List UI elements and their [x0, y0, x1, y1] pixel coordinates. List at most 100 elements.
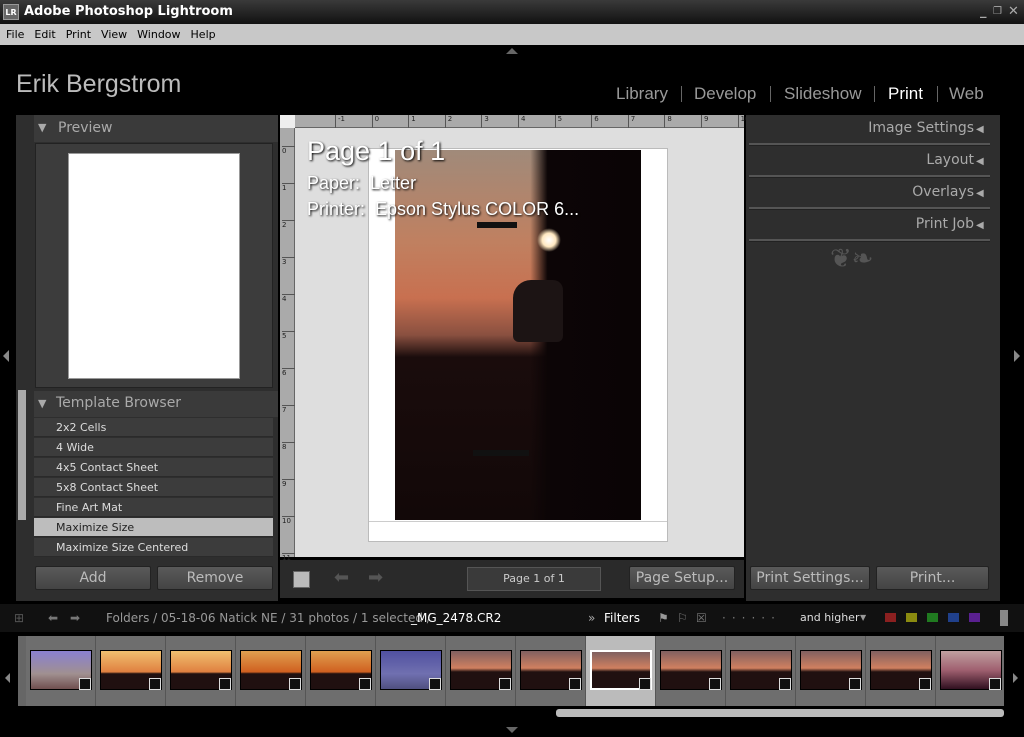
rating-dots[interactable]: ······ — [722, 604, 781, 632]
template-browser-header[interactable]: ▼ Template Browser — [34, 391, 278, 417]
stop-icon[interactable] — [293, 571, 310, 588]
ruler-corner — [280, 115, 295, 128]
develop-badge-icon — [79, 678, 91, 690]
ruler-tick-label: 4 — [282, 294, 295, 303]
module-divider — [937, 86, 938, 102]
filmstrip-thumbnail[interactable] — [586, 636, 656, 706]
filmstrip-thumbnail[interactable] — [446, 636, 516, 706]
left-panel-toggle-icon[interactable] — [3, 350, 9, 362]
flag-picked-icon[interactable]: ⚑ — [658, 604, 669, 632]
grid-view-icon[interactable]: ⊞ — [14, 604, 24, 632]
filmstrip-thumbnail[interactable] — [26, 636, 96, 706]
section-overlays[interactable]: Overlays — [912, 184, 974, 200]
print-button[interactable]: Print... — [876, 566, 989, 590]
filmstrip-scrollbar[interactable] — [556, 709, 1004, 717]
menu-edit[interactable]: Edit — [34, 28, 55, 41]
section-divider — [749, 239, 990, 242]
collapse-triangle-icon: ▼ — [38, 121, 47, 134]
ruler-tick-label: 5 — [554, 115, 562, 128]
section-image-settings[interactable]: Image Settings — [868, 120, 974, 136]
module-print[interactable]: Print — [888, 84, 923, 104]
expand-triangle-icon: ◀ — [976, 124, 984, 135]
template-item[interactable]: 4 Wide — [34, 438, 273, 457]
menu-print[interactable]: Print — [66, 28, 91, 41]
forward-arrow-icon[interactable]: ➡ — [70, 604, 80, 632]
flag-unflagged-icon[interactable]: ⚐ — [677, 604, 688, 632]
filmstrip-thumbnail[interactable] — [166, 636, 236, 706]
module-divider — [770, 86, 771, 102]
template-item[interactable]: Maximize Size Centered — [34, 538, 273, 557]
filters-chevron-icon: » — [588, 611, 596, 625]
menu-file[interactable]: File — [6, 28, 24, 41]
filmstrip-thumbnail[interactable] — [796, 636, 866, 706]
menu-window[interactable]: Window — [137, 28, 180, 41]
print-settings-button[interactable]: Print Settings... — [750, 566, 870, 590]
label-green[interactable] — [927, 613, 938, 622]
template-item-selected[interactable]: Maximize Size — [34, 518, 273, 537]
template-item[interactable]: Fine Art Mat — [34, 498, 273, 517]
filmstrip-thumbnail[interactable] — [726, 636, 796, 706]
right-panel-toggle-icon[interactable] — [1014, 350, 1020, 362]
module-web[interactable]: Web — [949, 84, 984, 104]
filmstrip-thumbnail[interactable] — [656, 636, 726, 706]
locomotive — [513, 280, 563, 342]
module-slideshow[interactable]: Slideshow — [784, 84, 862, 104]
filmstrip-thumbnail[interactable] — [96, 636, 166, 706]
module-develop[interactable]: Develop — [694, 84, 756, 104]
preview-header[interactable]: ▼ Preview — [34, 115, 278, 142]
label-blue[interactable] — [948, 613, 959, 622]
ruler-tick-label: 1 — [408, 115, 416, 128]
template-browser-title: Template Browser — [56, 395, 182, 411]
filmstrip-thumbnail[interactable] — [236, 636, 306, 706]
close-icon[interactable]: ✕ — [1008, 0, 1019, 24]
print-toolbar: ⬅ ➡ Page 1 of 1 Page Setup... — [280, 560, 744, 598]
top-panel-toggle-icon[interactable] — [506, 48, 518, 54]
filmstrip-thumbnail[interactable] — [866, 636, 936, 706]
menu-help[interactable]: Help — [191, 28, 216, 41]
filmstrip-left-icon[interactable] — [5, 673, 10, 683]
minimize-icon[interactable]: _ — [980, 0, 987, 24]
back-arrow-icon[interactable]: ⬅ — [48, 604, 58, 632]
filmstrip-right-icon[interactable] — [1013, 673, 1018, 683]
ruler-tick-label: -1 — [335, 115, 345, 128]
print-canvas: Page 1 of 1 Paper: Letter Printer: Epson… — [295, 128, 744, 557]
develop-badge-icon — [429, 678, 441, 690]
filters-label[interactable]: Filters — [604, 604, 640, 632]
expand-triangle-icon: ◀ — [976, 220, 984, 231]
menu-view[interactable]: View — [101, 28, 127, 41]
template-item[interactable]: 5x8 Contact Sheet — [34, 478, 273, 497]
develop-badge-icon — [989, 678, 1001, 690]
filmstrip-thumbnail[interactable] — [306, 636, 376, 706]
rating-filter-dropdown[interactable]: and higher — [800, 604, 859, 632]
template-item[interactable]: 4x5 Contact Sheet — [34, 458, 273, 477]
previous-page-icon[interactable]: ⬅ — [334, 567, 349, 588]
restore-icon[interactable]: ❐ — [993, 0, 1002, 24]
filmstrip-thumbnail[interactable] — [516, 636, 586, 706]
breadcrumb-path[interactable]: Folders / 05-18-06 Natick NE / 31 photos… — [106, 604, 435, 632]
remove-button[interactable]: Remove — [157, 566, 273, 590]
filmstrip-thumbnail[interactable] — [936, 636, 1004, 706]
add-button[interactable]: Add — [35, 566, 151, 590]
left-panel-scrollbar[interactable] — [18, 390, 26, 520]
ruler-tick-label: 7 — [627, 115, 635, 128]
ruler-tick-label: 4 — [518, 115, 525, 128]
filmstrip-thumbnail[interactable] — [376, 636, 446, 706]
next-page-icon[interactable]: ➡ — [368, 567, 383, 588]
label-purple[interactable] — [969, 613, 980, 622]
section-print-job[interactable]: Print Job — [916, 216, 974, 232]
app-logo: LR — [3, 4, 19, 20]
chevron-down-icon: ▼ — [860, 613, 867, 622]
flag-rejected-icon[interactable]: ☒ — [696, 604, 707, 632]
title-bar: LR Adobe Photoshop Lightroom _ ❐ ✕ — [0, 0, 1024, 24]
page-setup-button[interactable]: Page Setup... — [629, 566, 735, 590]
collapse-triangle-icon: ▼ — [38, 397, 47, 410]
label-yellow[interactable] — [906, 613, 917, 622]
label-red[interactable] — [885, 613, 896, 622]
section-layout[interactable]: Layout — [926, 152, 974, 168]
ruler-tick-label: 1 — [282, 183, 295, 192]
template-item[interactable]: 2x2 Cells — [34, 418, 273, 437]
filmstrip-scroll-toggle[interactable] — [1000, 610, 1008, 626]
develop-badge-icon — [289, 678, 301, 690]
bottom-panel-toggle-icon[interactable] — [506, 727, 518, 733]
module-library[interactable]: Library — [616, 84, 668, 104]
